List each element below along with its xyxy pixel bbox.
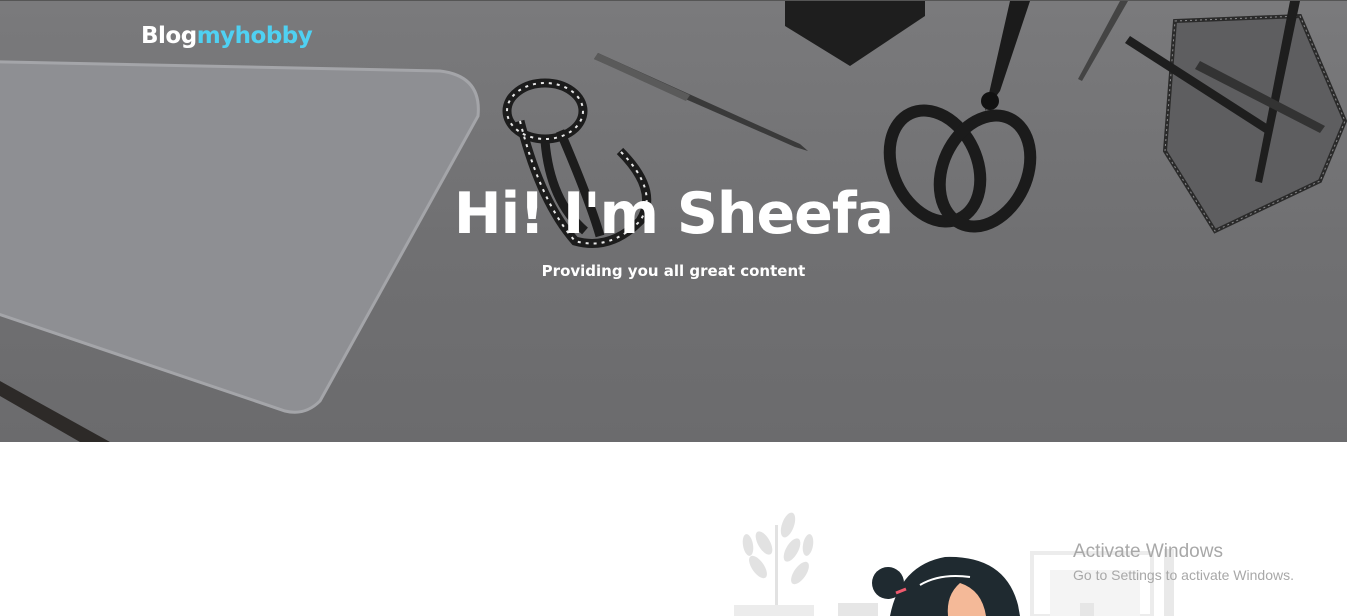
logo-text-primary: Blog	[141, 23, 197, 49]
hero-subtitle: Providing you all great content	[541, 262, 806, 280]
hero-banner: Blogmyhobby Hi! I'm Sheefa Providing you…	[0, 0, 1347, 442]
plant-illustration	[734, 512, 814, 616]
pen-top-image	[594, 53, 808, 151]
watermark-subtitle: Go to Settings to activate Windows.	[1073, 567, 1294, 583]
black-box-image	[785, 1, 925, 66]
windows-activation-watermark: Activate Windows Go to Settings to activ…	[1073, 541, 1294, 583]
logo-text-accent: myhobby	[196, 23, 313, 49]
pen-bottom-left-image	[0, 381, 110, 442]
watermark-title: Activate Windows	[1073, 541, 1223, 562]
site-logo[interactable]: Blogmyhobby	[141, 23, 313, 49]
pencil-image	[1078, 1, 1128, 81]
lamp-illustration	[838, 603, 878, 616]
hero-title: Hi! I'm Sheefa	[453, 181, 894, 247]
woman-illustration	[872, 556, 1020, 616]
